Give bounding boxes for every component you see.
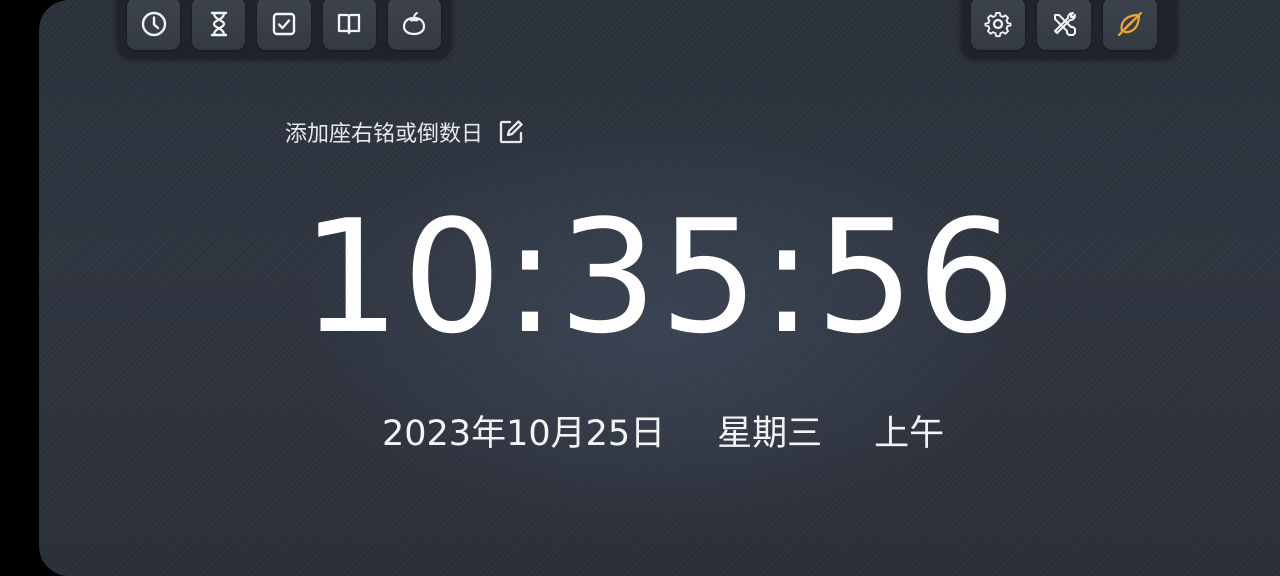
hourglass-icon bbox=[210, 11, 227, 37]
ampm-text: 上午 bbox=[874, 414, 945, 454]
tools-icon bbox=[1054, 12, 1076, 36]
clock-button[interactable] bbox=[127, 0, 181, 50]
leaf-off-icon bbox=[1117, 11, 1143, 37]
edit-icon[interactable] bbox=[497, 118, 525, 146]
timer-button[interactable] bbox=[192, 0, 246, 50]
date-row: 2023年10月25日 星期三 上午 bbox=[382, 412, 944, 456]
tomato-icon bbox=[403, 12, 426, 36]
pomodoro-button[interactable] bbox=[387, 0, 442, 50]
motto-text[interactable]: 添加座右铭或倒数日 bbox=[285, 116, 483, 148]
checkbox-icon bbox=[272, 12, 296, 36]
gear-icon bbox=[984, 11, 1012, 38]
todo-button[interactable] bbox=[257, 0, 311, 50]
clock-time: 10:35:56 bbox=[301, 186, 1018, 368]
tools-button[interactable] bbox=[1037, 0, 1091, 50]
date-text: 2023年10月25日 bbox=[382, 414, 666, 454]
clock-screen: 添加座右铭或倒数日 10:35:56 2023年10月25日 星期三 上午 bbox=[39, 0, 1280, 576]
top-left-toolbar bbox=[117, 0, 451, 58]
book-icon bbox=[338, 13, 361, 35]
motto-row[interactable]: 添加座右铭或倒数日 bbox=[285, 116, 525, 148]
eco-mode-button[interactable] bbox=[1103, 0, 1157, 50]
clock-icon bbox=[141, 11, 166, 37]
weekday-text: 星期三 bbox=[717, 414, 823, 454]
settings-button[interactable] bbox=[971, 0, 1025, 50]
notes-button[interactable] bbox=[322, 0, 376, 50]
top-right-toolbar bbox=[961, 0, 1177, 58]
